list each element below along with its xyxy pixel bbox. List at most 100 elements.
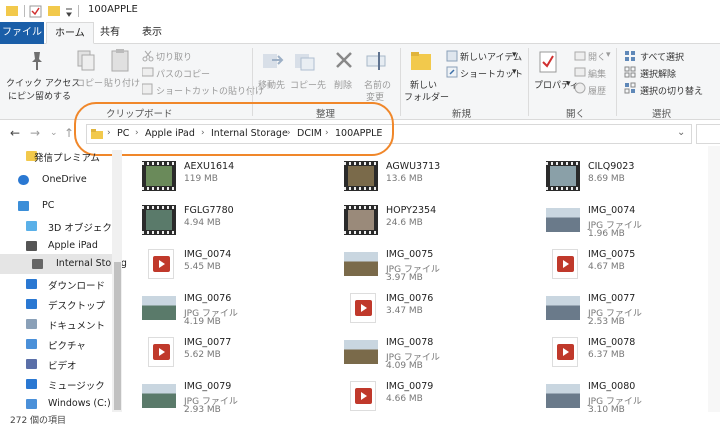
file-list-scrollbar[interactable]	[708, 146, 720, 412]
file-size: 2.53 MB	[588, 317, 625, 327]
file-item[interactable]: CILQ9023 8.69 MB	[546, 158, 720, 202]
file-size: 13.6 MB	[386, 174, 423, 184]
sidebar-item-6[interactable]: Internal Storag	[0, 254, 127, 274]
sidebar-item-1[interactable]: 発信プレミアム	[0, 146, 112, 166]
new-item-dropdown-icon[interactable]: ▾	[512, 50, 517, 60]
video-thumbnail-icon	[142, 161, 176, 191]
select-all-button[interactable]: すべて選択	[640, 50, 684, 63]
recent-locations-chevron-icon[interactable]: ⌄	[50, 128, 58, 138]
tab-share[interactable]: 共有	[92, 22, 128, 44]
paste-shortcut-button[interactable]: ショートカットの貼り付け	[156, 84, 264, 97]
desktop-icon	[26, 299, 37, 309]
shortcut-icon	[446, 66, 458, 78]
sidebar-item-label: ビデオ	[48, 361, 77, 372]
copy-path-button[interactable]: パスのコピー	[156, 67, 210, 80]
ribbon-tabs: ファイル ホーム 共有 表示	[0, 22, 720, 66]
history-icon	[574, 82, 586, 94]
sidebar-item-9[interactable]: ドキュメント	[0, 314, 112, 334]
file-name: IMG_0080	[588, 381, 636, 392]
pin-quick-access-button[interactable]: クイック アクセス	[6, 76, 80, 89]
properties-button[interactable]: プロパティ	[534, 78, 578, 91]
select-none-icon	[624, 66, 636, 78]
file-item[interactable]: AGWU3713 13.6 MB	[344, 158, 534, 202]
paste-shortcut-icon	[142, 83, 153, 95]
file-item[interactable]: IMG_0076 3.47 MB	[344, 290, 534, 334]
quick-access-toolbar-icons[interactable]	[6, 5, 84, 18]
cloud-icon	[18, 175, 29, 185]
sidebar-item-8[interactable]: デスクトップ	[0, 294, 112, 314]
movie-file-icon	[350, 381, 376, 411]
file-item[interactable]: IMG_0075 JPG ファイル 3.97 MB	[344, 246, 534, 290]
edit-icon	[574, 67, 586, 77]
copy-to-button[interactable]: コピー先	[290, 78, 326, 91]
forward-arrow-icon[interactable]: →	[30, 126, 40, 140]
copy-button[interactable]: コピー	[76, 76, 103, 89]
up-arrow-icon[interactable]: ↑	[64, 126, 74, 140]
sidebar-item-2[interactable]: OneDrive	[0, 170, 112, 190]
file-name: IMG_0077	[588, 293, 636, 304]
file-item[interactable]: IMG_0076 JPG ファイル 4.19 MB	[142, 290, 332, 334]
sidebar-item-4[interactable]: 3D オブジェクト	[0, 216, 121, 236]
delete-button[interactable]: 削除	[334, 78, 352, 91]
pin-quick-access-label-2: にピン留めする	[8, 92, 72, 102]
edit-button[interactable]: 編集	[588, 67, 606, 80]
group-label-select: 選択	[652, 109, 672, 120]
tab-home[interactable]: ホーム	[46, 22, 94, 44]
file-size: 4.67 MB	[588, 262, 625, 272]
sidebar-item-12[interactable]: ミュージック	[0, 374, 112, 394]
tab-view[interactable]: 表示	[134, 22, 170, 44]
file-item[interactable]: IMG_0078 6.37 MB	[546, 334, 720, 378]
file-name: IMG_0076	[184, 293, 232, 304]
back-arrow-icon[interactable]: ←	[10, 126, 20, 140]
copy-to-icon	[295, 54, 315, 71]
address-dropdown-chevron-icon[interactable]: ⌄	[677, 127, 685, 138]
sidebar-item-11[interactable]: ビデオ	[0, 354, 112, 374]
cut-button[interactable]: 切り取り	[156, 50, 192, 63]
file-item[interactable]: IMG_0078 JPG ファイル 4.09 MB	[344, 334, 534, 378]
photo-thumbnail-icon	[142, 384, 176, 408]
item-count: 272 個の項目	[10, 416, 67, 426]
cut-icon	[142, 50, 154, 62]
sidebar-item-label: PC	[42, 200, 55, 211]
sidebar-item-10[interactable]: ピクチャ	[0, 334, 112, 354]
file-item[interactable]: IMG_0075 4.67 MB	[546, 246, 720, 290]
file-item[interactable]: IMG_0074 5.45 MB	[142, 246, 332, 290]
navigation-pane-scrollbar-thumb[interactable]	[114, 262, 121, 410]
new-item-icon	[446, 50, 458, 62]
new-folder-label-2: フォルダー	[404, 93, 450, 103]
invert-selection-button[interactable]: 選択の切り替え	[640, 84, 703, 97]
properties-icon	[539, 51, 557, 73]
sidebar-item-label: ミュージック	[48, 381, 105, 392]
sidebar-item-13[interactable]: Windows (C:)	[0, 394, 112, 414]
file-item[interactable]: IMG_0074 JPG ファイル 1.96 MB	[546, 202, 720, 246]
properties-dropdown-icon[interactable]: ▾	[566, 79, 571, 89]
paste-button[interactable]: 貼り付け	[104, 76, 140, 89]
search-box[interactable]	[696, 124, 720, 144]
file-item[interactable]: IMG_0077 JPG ファイル 2.53 MB	[546, 290, 720, 334]
sidebar-item-3[interactable]: PC	[0, 196, 112, 216]
file-size: 4.09 MB	[386, 361, 423, 371]
open-button[interactable]: 開く	[588, 50, 606, 63]
open-icon	[574, 51, 586, 61]
movie-file-icon	[148, 337, 174, 367]
file-name: HOPY2354	[386, 205, 437, 216]
file-item[interactable]: HOPY2354 24.6 MB	[344, 202, 534, 246]
open-dropdown-icon[interactable]: ▾	[606, 50, 611, 60]
file-name: AGWU3713	[386, 161, 441, 172]
file-item[interactable]: FGLG7780 4.94 MB	[142, 202, 332, 246]
sidebar-item-5[interactable]: Apple iPad	[0, 236, 112, 256]
movie-file-icon	[350, 293, 376, 323]
history-button[interactable]: 履歴	[588, 84, 606, 97]
sidebar-item-7[interactable]: ダウンロード	[0, 274, 112, 294]
select-none-button[interactable]: 選択解除	[640, 67, 676, 80]
shortcut-dropdown-icon[interactable]: ▾	[512, 67, 517, 77]
file-item[interactable]: AEXU1614 119 MB	[142, 158, 332, 202]
file-item[interactable]: IMG_0077 5.62 MB	[142, 334, 332, 378]
invert-selection-icon	[624, 82, 636, 94]
video-icon	[26, 359, 37, 369]
move-to-button[interactable]: 移動先	[258, 78, 285, 91]
copy-path-icon	[142, 67, 154, 77]
file-name: IMG_0078	[588, 337, 636, 348]
tablet-icon	[26, 241, 37, 251]
movie-file-icon	[552, 337, 578, 367]
